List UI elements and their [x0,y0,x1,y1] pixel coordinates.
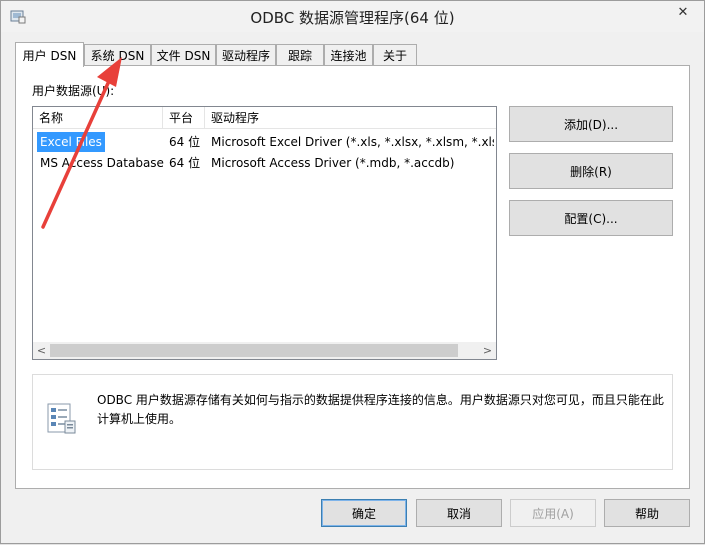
close-button[interactable]: ✕ [668,1,698,23]
list-item-driver: Microsoft Access Driver (*.mdb, *.accdb) [211,156,455,170]
list-item-platform: 64 位 [169,156,201,170]
window-title: ODBC 数据源管理程序(64 位) [250,9,455,27]
horizontal-scrollbar[interactable]: < > [33,342,496,359]
close-icon: ✕ [677,4,689,20]
user-dsn-panel: 用户数据源(U): 名称 平台 驱动程序 Excel Files 64 位 Mi… [15,65,690,489]
data-source-document-icon [47,403,76,434]
column-driver[interactable]: 驱动程序 [205,107,496,129]
ok-button[interactable]: 确定 [321,499,407,527]
cancel-button[interactable]: 取消 [416,499,502,527]
column-platform[interactable]: 平台 [163,107,205,129]
list-item[interactable]: Excel Files 64 位 Microsoft Excel Driver … [33,132,496,152]
scroll-right-icon[interactable]: > [479,342,496,359]
tab-file-dsn[interactable]: 文件 DSN [151,44,216,66]
title-bar[interactable]: ODBC 数据源管理程序(64 位) ✕ [1,1,704,32]
info-box: ODBC 用户数据源存储有关如何与指示的数据提供程序连接的信息。用户数据源只对您… [32,374,673,470]
user-data-sources-label: 用户数据源(U): [32,84,115,98]
scroll-thumb[interactable] [50,344,458,357]
column-name[interactable]: 名称 [33,107,163,129]
tab-about[interactable]: 关于 [373,44,417,66]
odbc-window: ODBC 数据源管理程序(64 位) ✕ 用户 DSN 系统 DSN 文件 DS… [0,0,705,544]
tab-drivers[interactable]: 驱动程序 [216,44,276,66]
info-text: ODBC 用户数据源存储有关如何与指示的数据提供程序连接的信息。用户数据源只对您… [97,393,664,426]
help-button[interactable]: 帮助 [604,499,690,527]
data-source-list[interactable]: 名称 平台 驱动程序 Excel Files 64 位 Microsoft Ex… [32,106,497,360]
list-item[interactable]: MS Access Database 64 位 Microsoft Access… [33,153,496,173]
apply-button[interactable]: 应用(A) [510,499,596,527]
list-item-name: MS Access Database [40,156,164,170]
add-button[interactable]: 添加(D)... [509,106,673,142]
remove-button[interactable]: 删除(R) [509,153,673,189]
configure-button[interactable]: 配置(C)... [509,200,673,236]
list-item-platform: 64 位 [169,135,201,149]
tab-connection-pooling[interactable]: 连接池 [324,44,373,66]
tab-tracing[interactable]: 跟踪 [276,44,324,66]
tab-system-dsn[interactable]: 系统 DSN [84,44,151,66]
scroll-left-icon[interactable]: < [33,342,50,359]
list-item-name: Excel Files [37,132,105,152]
list-header: 名称 平台 驱动程序 [33,107,496,129]
list-item-driver: Microsoft Excel Driver (*.xls, *.xlsx, *… [211,135,494,149]
tab-user-dsn[interactable]: 用户 DSN [15,42,84,67]
